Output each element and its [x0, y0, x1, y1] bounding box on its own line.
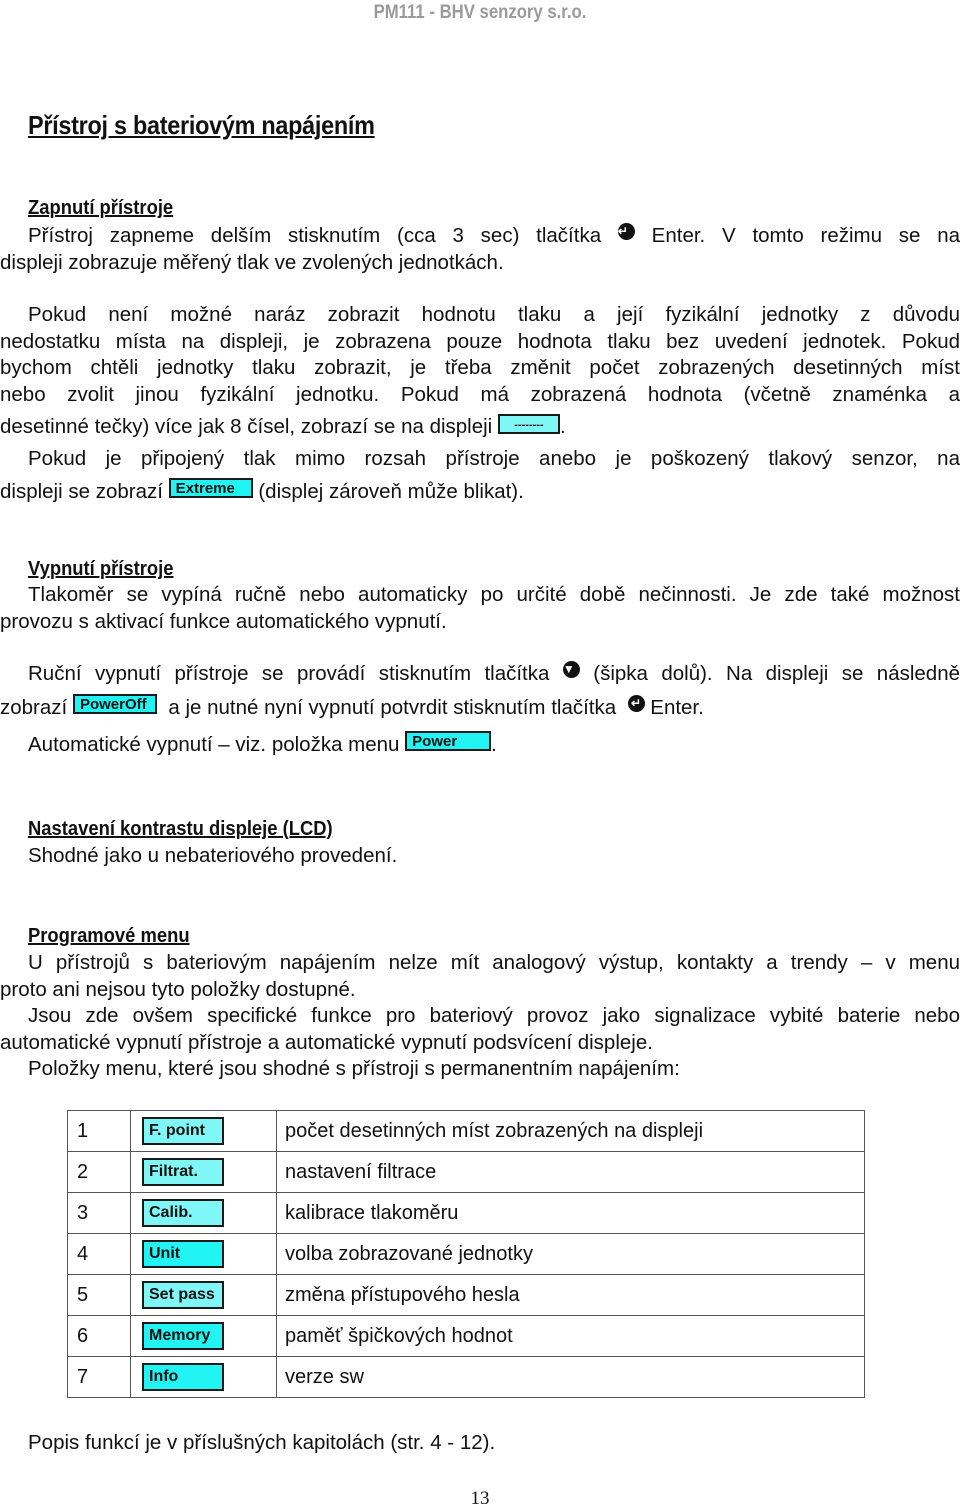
menu-item-number: 7: [67, 1356, 131, 1398]
menu-item-code-cell: Unit: [130, 1233, 277, 1275]
running-header: PM111 - BHV senzory s.r.o.: [373, 2, 587, 23]
menu-item-number: 4: [67, 1233, 131, 1275]
lcd-menu-code: F. point: [142, 1117, 224, 1145]
text-line: zobrazí PowerOff a je nutné nyní vypnutí…: [0, 694, 704, 719]
heading-power-off: Vypnutí přístroje: [28, 558, 174, 580]
lcd-menu-code: Filtrat.: [142, 1158, 224, 1186]
text-line: automatické vypnutí přístroje a automati…: [0, 1030, 653, 1054]
table-row: 6 Memory paměť špičkových hodnot: [67, 1315, 865, 1357]
lcd-power-menu-item: Power: [405, 731, 492, 752]
enter-button-icon: ↵: [617, 223, 635, 241]
heading-lcd-contrast: Nastavení kontrastu displeje (LCD): [28, 818, 333, 840]
text-line: Automatické vypnutí – viz. položka menu …: [28, 731, 497, 756]
enter-button-icon: ↵: [627, 694, 645, 712]
paragraph-program-menu: U přístrojů s bateriovým napájením nelze…: [0, 950, 960, 1083]
menu-item-description: verze sw: [276, 1356, 865, 1398]
table-row: 4 Unit volba zobrazované jednotky: [67, 1233, 865, 1275]
text-line: Pokud není možné naráz zobrazit hodnotu …: [28, 303, 960, 326]
text-line: Jsou zde ovšem specifické funkce pro bat…: [28, 1004, 960, 1027]
text-line: nedostatku místa na displeji, je zobraze…: [0, 329, 960, 353]
down-arrow-button-icon: ▼: [562, 661, 580, 679]
menu-item-code-cell: Set pass: [130, 1274, 277, 1316]
paragraph-footer-note: Popis funkcí je v příslušných kapitolách…: [0, 1430, 960, 1457]
text-line: proto ani nejsou tyto položky dostupné.: [0, 977, 356, 1001]
menu-item-code-cell: Calib.: [130, 1192, 277, 1234]
paragraph-lcd-contrast: Shodné jako u nebateriového provedení.: [0, 843, 960, 870]
menu-item-number: 5: [67, 1274, 131, 1316]
text-line: desetinné tečky) více jak 8 čísel, zobra…: [0, 413, 566, 438]
text-line: displeji se zobrazí Extreme (displej zár…: [0, 478, 524, 503]
text-line: provozu s aktivací funkce automatického …: [0, 609, 447, 633]
page-title: Přístroj s bateriovým napájením: [28, 110, 375, 140]
lcd-menu-code: Set pass: [142, 1281, 224, 1309]
lcd-menu-code: Unit: [142, 1240, 224, 1268]
menu-item-code-cell: Info: [130, 1356, 277, 1398]
lcd-overflow-display: --------: [497, 413, 560, 434]
table-row: 2 Filtrat. nastavení filtrace: [67, 1151, 865, 1193]
text-line: nebo zvolit jinou fyzikální jednotku. Po…: [0, 382, 960, 406]
lcd-menu-code: Memory: [142, 1322, 224, 1350]
menu-item-number: 3: [67, 1192, 131, 1234]
menu-item-code-cell: Memory: [130, 1315, 277, 1357]
menu-item-number: 6: [67, 1315, 131, 1357]
heading-power-on: Zapnutí přístroje: [28, 197, 174, 219]
text-line: Ruční vypnutí přístroje se provádí stisk…: [28, 661, 960, 685]
paragraph-power-on: Přístroj zapneme delším stisknutím (cca …: [0, 223, 960, 276]
text-line: Tlakoměr se vypíná ručně nebo automatick…: [28, 583, 960, 606]
menu-item-description: nastavení filtrace: [276, 1151, 865, 1193]
text-line: Shodné jako u nebateriového provedení.: [28, 844, 398, 867]
text-line: Popis funkcí je v příslušných kapitolách…: [28, 1431, 496, 1454]
menu-item-code-cell: Filtrat.: [130, 1151, 277, 1193]
table-row: 1 F. point počet desetinných míst zobrazen…: [67, 1110, 865, 1152]
paragraph-manual-off: Ruční vypnutí přístroje se provádí stisk…: [0, 661, 960, 762]
page-number: 13: [470, 1488, 490, 1509]
menu-items-table: 1 F. point počet desetinných míst zobrazen…: [67, 1110, 865, 1398]
text-line: U přístrojů s bateriovým napájením nelze…: [28, 951, 960, 974]
text-line: Pokud je připojený tlak mimo rozsah přís…: [28, 447, 960, 470]
table-row: 5 Set pass změna přístupového hesla: [67, 1274, 865, 1316]
lcd-menu-code: Calib.: [142, 1199, 224, 1227]
menu-item-description: počet desetinných míst zobrazených na di…: [276, 1110, 865, 1152]
table-row: 3 Calib. kalibrace tlakoměru: [67, 1192, 865, 1234]
text-line: bychom chtěli jednotky tlaku zobrazit, j…: [0, 356, 960, 379]
text-line: displeji zobrazuje měřený tlak ve zvolen…: [0, 250, 504, 274]
menu-item-number: 1: [67, 1110, 131, 1152]
menu-item-description: změna přístupového hesla: [276, 1274, 865, 1316]
paragraph-power-off: Tlakoměr se vypíná ručně nebo automatick…: [0, 582, 960, 635]
lcd-extreme-display: Extreme: [168, 478, 253, 499]
table-row: 7 Info verze sw: [67, 1356, 865, 1398]
text-line: Přístroj zapneme delším stisknutím (cca …: [28, 223, 960, 247]
paragraph-units-info: Pokud není možné naráz zobrazit hodnotu …: [0, 302, 960, 511]
menu-item-description: paměť špičkových hodnot: [276, 1315, 865, 1357]
text-line: Položky menu, které jsou shodné s přístr…: [28, 1057, 680, 1080]
heading-program-menu: Programové menu: [28, 925, 190, 947]
lcd-menu-code: Info: [142, 1363, 224, 1391]
menu-item-number: 2: [67, 1151, 131, 1193]
lcd-poweroff-display: PowerOff: [72, 694, 157, 715]
menu-item-code-cell: F. point: [130, 1110, 277, 1152]
menu-item-description: kalibrace tlakoměru: [276, 1192, 865, 1234]
menu-item-description: volba zobrazované jednotky: [276, 1233, 865, 1275]
